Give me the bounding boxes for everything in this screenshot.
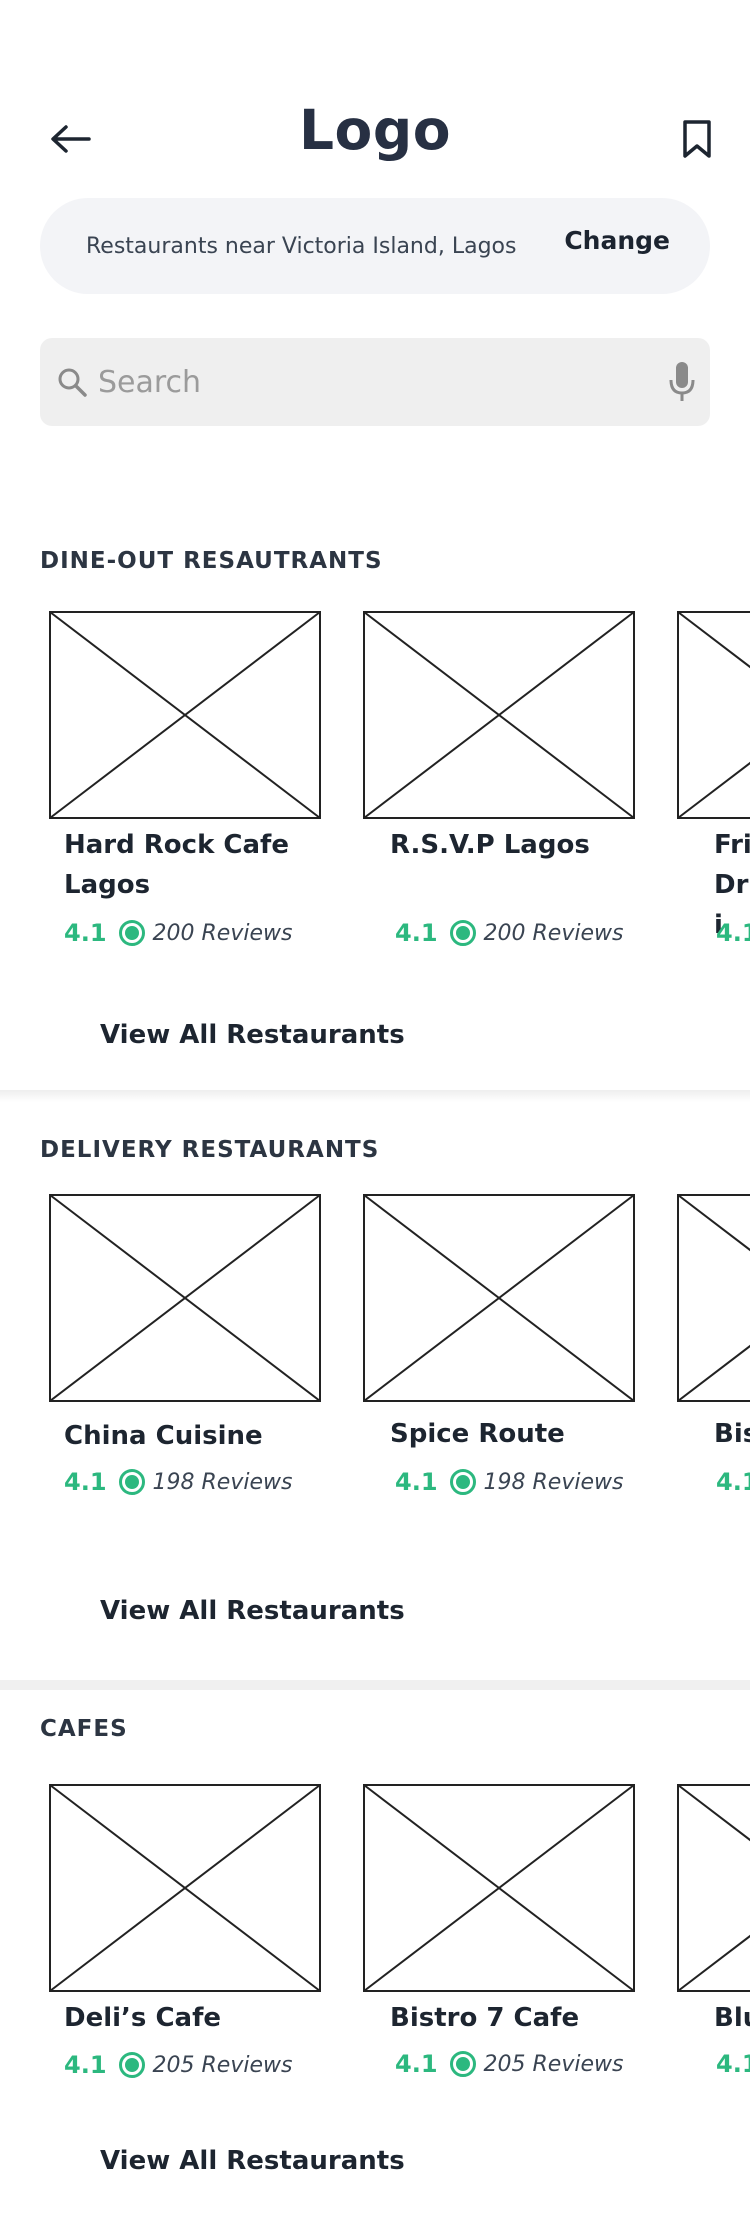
rating-value: 4.1 xyxy=(395,2050,438,2078)
view-all-restaurants-link[interactable]: View All Restaurants xyxy=(100,1020,405,1050)
rating-value: 4.1 xyxy=(716,919,750,947)
section-divider xyxy=(0,1680,750,1690)
rating-row: 4.1 205 Reviews xyxy=(395,2049,623,2079)
restaurant-name: Hard Rock Cafe Lagos xyxy=(64,830,289,900)
rating-value: 4.1 xyxy=(716,2050,750,2078)
microphone-icon[interactable] xyxy=(666,360,698,404)
rating-dot-icon xyxy=(449,1469,476,1495)
rating-value: 4.1 xyxy=(64,2051,107,2079)
search-icon xyxy=(58,368,87,397)
restaurant-name: Blu xyxy=(714,2003,750,2033)
location-bar: Restaurants near Victoria Island, Lagos … xyxy=(40,198,710,294)
rating-row: 4.1 205 Reviews xyxy=(64,2050,292,2080)
rating-dot-icon xyxy=(449,920,476,946)
view-all-restaurants-link[interactable]: View All Restaurants xyxy=(100,2146,405,2176)
restaurant-card[interactable]: Bis 4.1 xyxy=(668,1194,750,1497)
restaurant-card[interactable]: Hard Rock Cafe Lagos 4.1 200 Reviews xyxy=(40,611,330,951)
section-divider xyxy=(0,1090,750,1102)
restaurant-card[interactable]: Spice Route 4.1 198 Reviews xyxy=(354,1194,644,1497)
image-placeholder xyxy=(49,1194,321,1402)
restaurant-card[interactable]: Blu 4.1 xyxy=(668,1784,750,2084)
rating-dot-icon xyxy=(118,920,145,946)
review-count: 198 Reviews xyxy=(152,1469,293,1495)
rating-row: 4.1 xyxy=(716,1467,750,1497)
restaurant-card[interactable]: China Cuisine 4.1 198 Reviews xyxy=(40,1194,330,1497)
restaurant-listing-page: Logo Restaurants near Victoria Island, L… xyxy=(0,0,750,2220)
rating-row: 4.1 198 Reviews xyxy=(395,1467,623,1497)
rating-row: 4.1 200 Reviews xyxy=(395,918,623,948)
rating-dot-icon xyxy=(118,1469,145,1495)
image-placeholder xyxy=(677,1784,750,1992)
review-count: 205 Reviews xyxy=(483,2051,624,2077)
restaurant-name: China Cuisine xyxy=(64,1421,263,1451)
bookmark-icon xyxy=(683,120,711,158)
review-count: 205 Reviews xyxy=(152,2052,293,2078)
restaurant-name: Spice Route xyxy=(390,1419,565,1449)
restaurant-card[interactable]: Deli’s Cafe 4.1 205 Reviews xyxy=(40,1784,330,2084)
rating-value: 4.1 xyxy=(64,919,107,947)
image-placeholder xyxy=(677,611,750,819)
restaurant-name: R.S.V.P Lagos xyxy=(390,830,590,860)
rating-row: 4.1 198 Reviews xyxy=(64,1467,292,1497)
rating-dot-icon xyxy=(118,2052,145,2078)
app-logo: Logo xyxy=(299,98,451,162)
view-all-restaurants-link[interactable]: View All Restaurants xyxy=(100,1596,405,1626)
image-placeholder xyxy=(363,1194,635,1402)
search-bar xyxy=(40,338,710,426)
image-placeholder xyxy=(677,1194,750,1402)
image-placeholder xyxy=(363,1784,635,1992)
rating-row: 4.1 xyxy=(716,2049,750,2079)
section-title-dine-out: DINE-OUT RESAUTRANTS xyxy=(40,548,383,574)
review-count: 200 Reviews xyxy=(152,920,293,946)
image-placeholder xyxy=(363,611,635,819)
review-count: 198 Reviews xyxy=(483,1469,624,1495)
image-placeholder xyxy=(49,1784,321,1992)
restaurant-name: Bis xyxy=(714,1419,750,1449)
rating-value: 4.1 xyxy=(395,919,438,947)
restaurant-card[interactable]: R.S.V.P Lagos 4.1 200 Reviews xyxy=(354,611,644,951)
rating-row: 4.1 xyxy=(716,918,750,948)
rating-value: 4.1 xyxy=(716,1468,750,1496)
location-text: Restaurants near Victoria Island, Lagos xyxy=(86,234,517,259)
restaurant-name: Deli’s Cafe xyxy=(64,2003,222,2033)
section-title-delivery: DELIVERY RESTAURANTS xyxy=(40,1137,380,1163)
restaurant-card[interactable]: Bistro 7 Cafe 4.1 205 Reviews xyxy=(354,1784,644,2084)
search-input[interactable] xyxy=(98,352,638,412)
restaurant-card[interactable]: Fri Dri 4.1 xyxy=(668,611,750,951)
change-location-button[interactable]: Change xyxy=(564,226,670,255)
rating-dot-icon xyxy=(449,2051,476,2077)
image-placeholder xyxy=(49,611,321,819)
review-count: 200 Reviews xyxy=(483,920,624,946)
rating-value: 4.1 xyxy=(64,1468,107,1496)
bookmark-button[interactable] xyxy=(674,116,720,162)
restaurant-name: Bistro 7 Cafe xyxy=(390,2003,580,2033)
rating-value: 4.1 xyxy=(395,1468,438,1496)
section-title-cafes: CAFES xyxy=(40,1716,128,1742)
rating-row: 4.1 200 Reviews xyxy=(64,918,292,948)
